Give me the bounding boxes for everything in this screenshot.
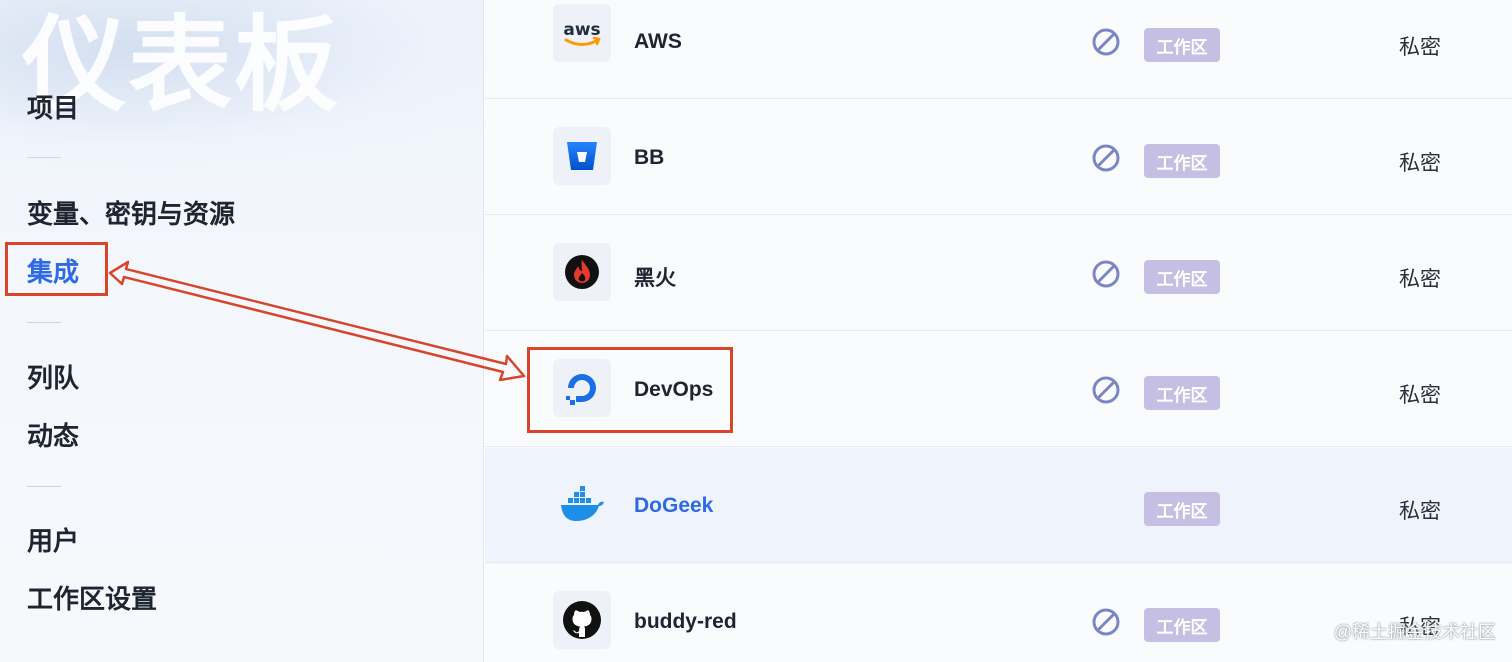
sidebar-item-variables[interactable]: 变量、密钥与资源 [27, 194, 235, 231]
sidebar-divider [27, 157, 61, 158]
privacy-label: 私密 [1399, 500, 1441, 523]
privacy-label: 私密 [1399, 36, 1441, 59]
integration-name: 黑火 [634, 267, 676, 290]
bitbucket-icon [553, 127, 611, 185]
workspace-scope-badge: 工作区 [1144, 144, 1220, 178]
integration-row[interactable]: 黑火 工作区 私密 [485, 216, 1512, 331]
sidebar-item-workspace-settings[interactable]: 工作区设置 [27, 579, 157, 616]
block-icon[interactable] [1090, 374, 1122, 406]
sidebar: 仪表板 项目 变量、密钥与资源 集成 列队 动态 用户 工作区设置 [0, 0, 484, 662]
watermark: @稀土掘金技术社区 [1333, 622, 1496, 642]
sidebar-divider [27, 322, 61, 323]
integration-row[interactable]: BB 工作区 私密 [485, 100, 1512, 215]
sidebar-item-activity[interactable]: 动态 [27, 416, 79, 453]
privacy-label: 私密 [1399, 384, 1441, 407]
github-icon [553, 591, 611, 649]
workspace-scope-badge: 工作区 [1144, 492, 1220, 526]
privacy-label: 私密 [1399, 268, 1441, 291]
integration-name[interactable]: DoGeek [634, 494, 713, 518]
integrations-list: aws AWS 工作区 私密 BB 工作区 私密 黑火 工作区 私密 DevOp… [485, 0, 1512, 662]
aws-logo-icon: aws [553, 4, 611, 62]
annotation-highlight-integrations [5, 242, 108, 296]
block-icon[interactable] [1090, 606, 1122, 638]
workspace-scope-badge: 工作区 [1144, 608, 1220, 642]
docker-icon [553, 475, 611, 533]
sidebar-item-projects[interactable]: 项目 [27, 88, 79, 125]
integration-row[interactable]: buddy-red 工作区 私密 [485, 564, 1512, 662]
integration-name: BB [634, 146, 665, 169]
block-icon[interactable] [1090, 258, 1122, 290]
privacy-label: 私密 [1399, 152, 1441, 175]
integration-row[interactable]: DoGeek 工作区 私密 [485, 448, 1512, 563]
annotation-highlight-devops [527, 347, 733, 433]
integration-name: buddy-red [634, 610, 737, 633]
workspace-scope-badge: 工作区 [1144, 376, 1220, 410]
block-icon[interactable] [1090, 26, 1122, 58]
sidebar-item-users[interactable]: 用户 [27, 521, 79, 558]
workspace-scope-badge: 工作区 [1144, 28, 1220, 62]
block-icon[interactable] [1090, 142, 1122, 174]
sidebar-item-queues[interactable]: 列队 [27, 358, 79, 395]
integration-name: AWS [634, 30, 682, 53]
blackfire-icon [553, 243, 611, 301]
workspace-scope-badge: 工作区 [1144, 260, 1220, 294]
integration-row[interactable]: aws AWS 工作区 私密 [485, 0, 1512, 99]
sidebar-divider [27, 486, 61, 487]
